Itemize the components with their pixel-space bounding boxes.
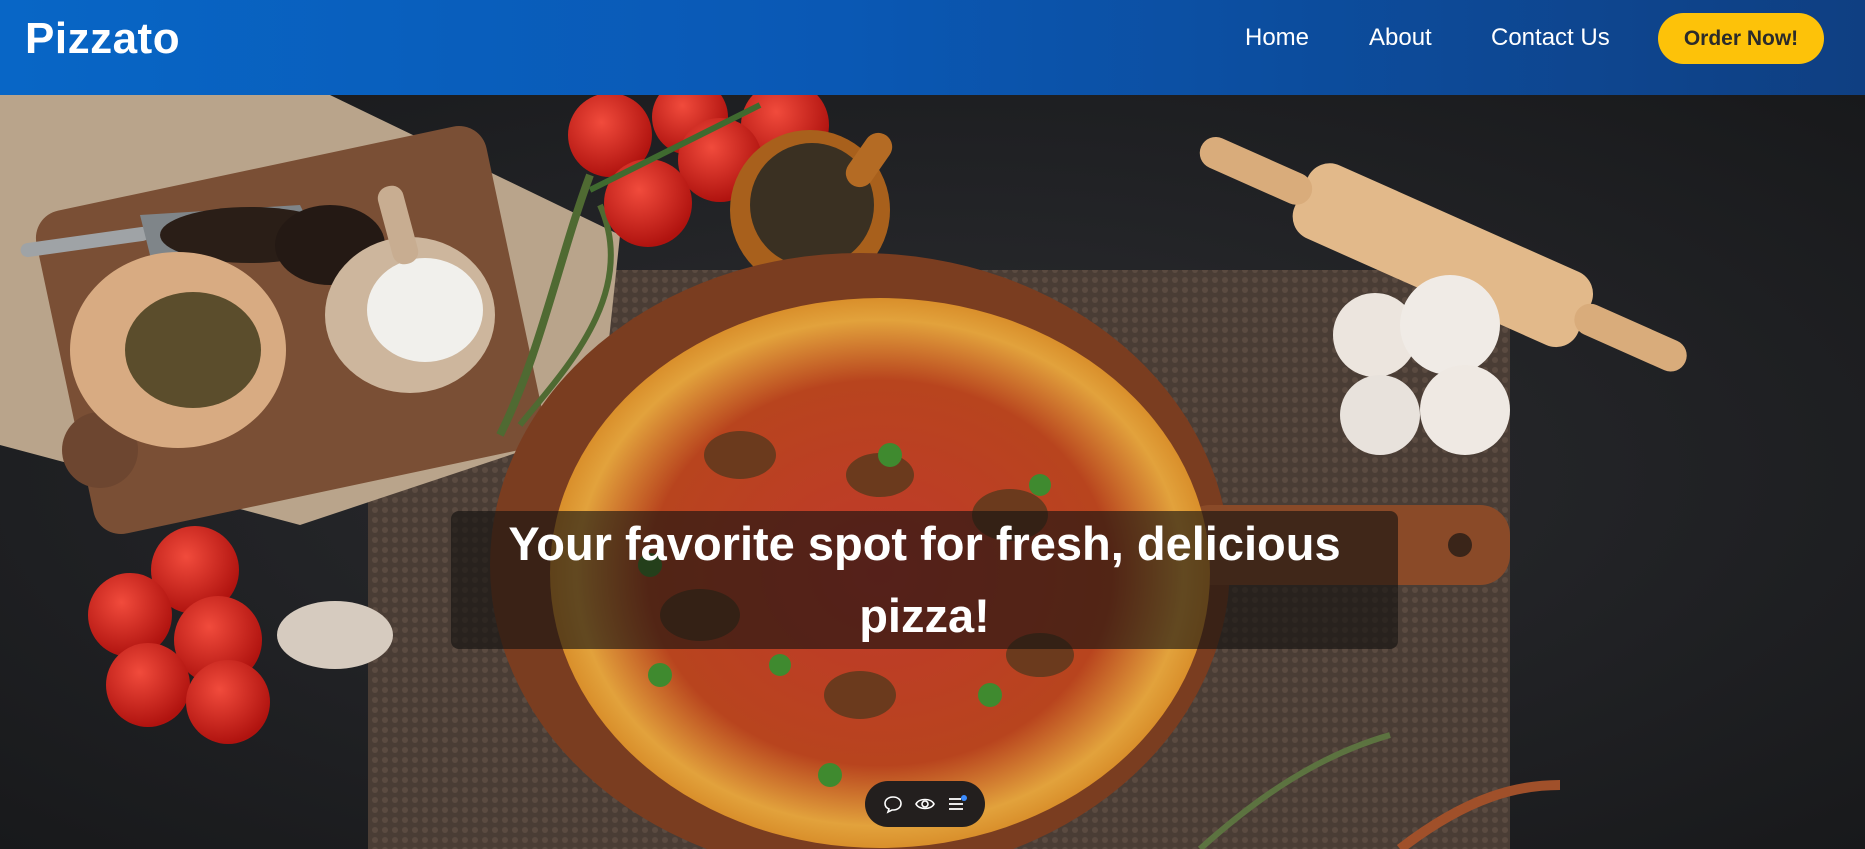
nav-link-about[interactable]: About bbox=[1369, 24, 1432, 52]
hero-headline: Your favorite spot for fresh, delicious … bbox=[508, 517, 1341, 642]
navbar: Pizzato Home About Contact Us Order Now! bbox=[0, 0, 1865, 95]
nav-link-contact[interactable]: Contact Us bbox=[1491, 24, 1610, 52]
comment-icon[interactable] bbox=[881, 792, 905, 816]
nav-link-home[interactable]: Home bbox=[1245, 24, 1309, 52]
order-now-button[interactable]: Order Now! bbox=[1658, 13, 1824, 64]
menu-icon[interactable] bbox=[945, 792, 969, 816]
hero-image bbox=[0, 95, 1687, 849]
brand-logo[interactable]: Pizzato bbox=[25, 14, 180, 64]
headline-box: Your favorite spot for fresh, delicious … bbox=[451, 511, 1398, 649]
hero-section: Your favorite spot for fresh, delicious … bbox=[0, 95, 1865, 849]
eye-icon[interactable] bbox=[913, 792, 937, 816]
floating-toolbar bbox=[865, 781, 985, 827]
